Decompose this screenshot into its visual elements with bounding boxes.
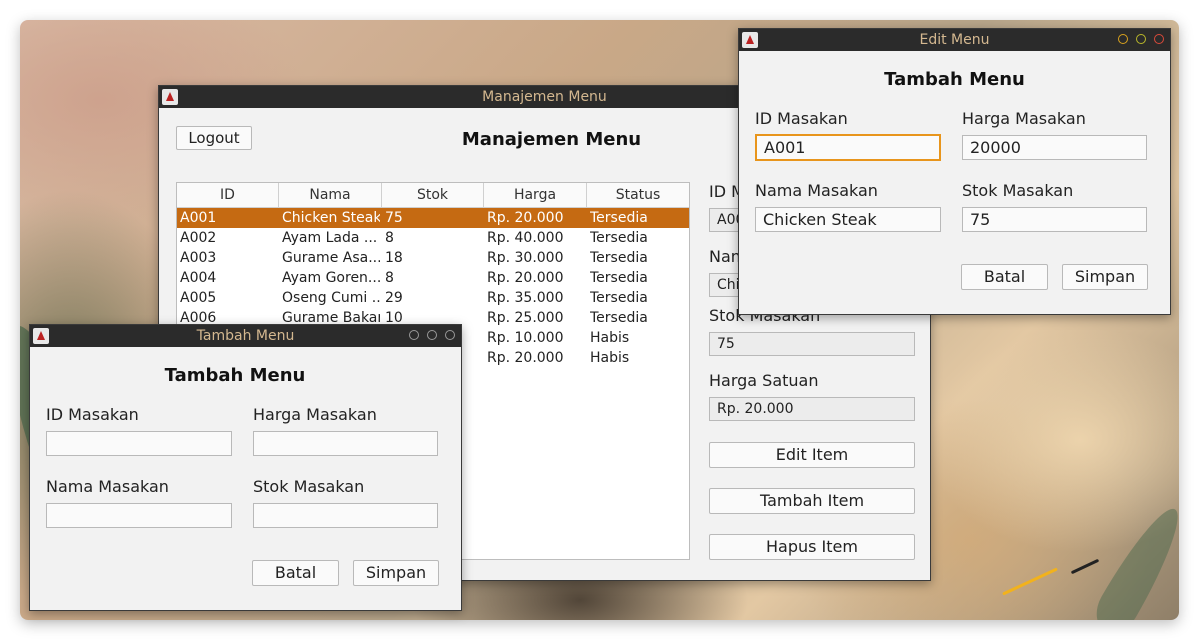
- minimize-icon[interactable]: [1118, 34, 1128, 44]
- table-cell: Rp. 20.000: [487, 270, 564, 286]
- column-header-id[interactable]: ID: [177, 183, 279, 207]
- table-cell: Rp. 30.000: [487, 250, 564, 266]
- table-cell: Rp. 35.000: [487, 290, 564, 306]
- table-cell: Oseng Cumi ...: [282, 290, 380, 306]
- table-cell: Tersedia: [590, 210, 648, 226]
- table-row[interactable]: A001 Chicken Steak 75 Rp. 20.000 Tersedia: [177, 208, 689, 228]
- table-cell: 8: [385, 270, 394, 286]
- add-stock-label: Stok Masakan: [253, 477, 365, 496]
- detail-price-field: Rp. 20.000: [709, 397, 915, 421]
- maximize-icon[interactable]: [1136, 34, 1146, 44]
- table-cell: Rp. 25.000: [487, 310, 564, 326]
- window-controls: [409, 330, 455, 340]
- table-cell: Rp. 20.000: [487, 350, 564, 366]
- table-cell: Ayam Lada ...: [282, 230, 378, 246]
- edit-stock-field[interactable]: 75: [962, 207, 1147, 232]
- window-controls: [1118, 34, 1164, 44]
- table-cell: Tersedia: [590, 230, 648, 246]
- column-header-stock[interactable]: Stok: [382, 183, 484, 207]
- logout-button[interactable]: Logout: [176, 126, 252, 150]
- detail-stock-field: 75: [709, 332, 915, 356]
- table-cell: Rp. 40.000: [487, 230, 564, 246]
- table-cell: 29: [385, 290, 403, 306]
- table-cell: 18: [385, 250, 403, 266]
- table-row[interactable]: A005 Oseng Cumi ... 29 Rp. 35.000 Tersedia: [177, 288, 689, 308]
- edit-price-field[interactable]: 20000: [962, 135, 1147, 160]
- close-icon[interactable]: [445, 330, 455, 340]
- table-cell: A003: [180, 250, 217, 266]
- table-cell: Gurame Asa...: [282, 250, 380, 266]
- edit-window-titlebar[interactable]: Edit Menu: [739, 29, 1170, 51]
- wallpaper-streak: [1070, 558, 1100, 575]
- java-app-icon: [33, 328, 49, 344]
- edit-name-field[interactable]: Chicken Steak: [755, 207, 941, 232]
- add-id-label: ID Masakan: [46, 405, 139, 424]
- table-row[interactable]: A002 Ayam Lada ... 8 Rp. 40.000 Tersedia: [177, 228, 689, 248]
- java-app-icon: [162, 89, 178, 105]
- edit-menu-window: Edit Menu Tambah Menu ID Masakan A001 Ha…: [738, 28, 1171, 315]
- maximize-icon[interactable]: [427, 330, 437, 340]
- delete-item-button[interactable]: Hapus Item: [709, 534, 915, 560]
- minimize-icon[interactable]: [409, 330, 419, 340]
- table-cell: Chicken Steak: [282, 210, 380, 226]
- edit-id-field[interactable]: A001: [755, 134, 941, 161]
- detail-id-field: A00: [709, 208, 739, 232]
- table-cell: Ayam Goren...: [282, 270, 380, 286]
- edit-id-label: ID Masakan: [755, 109, 848, 128]
- edit-item-button[interactable]: Edit Item: [709, 442, 915, 468]
- detail-price-label: Harga Satuan: [709, 371, 819, 390]
- table-cell: Tersedia: [590, 310, 648, 326]
- add-name-label: Nama Masakan: [46, 477, 169, 496]
- add-item-button[interactable]: Tambah Item: [709, 488, 915, 514]
- wallpaper-streak: [1002, 567, 1058, 596]
- detail-name-field: Chi: [709, 273, 739, 297]
- close-icon[interactable]: [1154, 34, 1164, 44]
- table-cell: 75: [385, 210, 403, 226]
- edit-name-label: Nama Masakan: [755, 181, 878, 200]
- table-cell: A004: [180, 270, 217, 286]
- add-menu-window: Tambah Menu Tambah Menu ID Masakan Harga…: [29, 324, 462, 611]
- add-price-field[interactable]: [253, 431, 438, 456]
- table-cell: Rp. 20.000: [487, 210, 564, 226]
- add-cancel-button[interactable]: Batal: [252, 560, 339, 586]
- add-window-title: Tambah Menu: [196, 328, 295, 344]
- table-cell: 8: [385, 230, 394, 246]
- table-cell: A001: [180, 210, 217, 226]
- add-id-field[interactable]: [46, 431, 232, 456]
- add-stock-field[interactable]: [253, 503, 438, 528]
- wallpaper-leaf: [1087, 499, 1179, 620]
- table-row[interactable]: A003 Gurame Asa... 18 Rp. 30.000 Tersedia: [177, 248, 689, 268]
- table-header: ID Nama Masakan Stok Harga Status: [177, 183, 689, 227]
- main-window-title: Manajemen Menu: [482, 89, 607, 105]
- table-cell: Tersedia: [590, 290, 648, 306]
- table-row[interactable]: A004 Ayam Goren... 8 Rp. 20.000 Tersedia: [177, 268, 689, 288]
- table-cell: Habis: [590, 350, 630, 366]
- add-price-label: Harga Masakan: [253, 405, 377, 424]
- add-save-button[interactable]: Simpan: [353, 560, 439, 586]
- edit-cancel-button[interactable]: Batal: [961, 264, 1048, 290]
- column-header-price[interactable]: Harga: [484, 183, 587, 207]
- edit-price-label: Harga Masakan: [962, 109, 1086, 128]
- column-header-status[interactable]: Status: [587, 183, 689, 207]
- edit-window-heading: Tambah Menu: [884, 69, 1025, 90]
- table-cell: Habis: [590, 330, 630, 346]
- table-cell: Tersedia: [590, 250, 648, 266]
- table-cell: A005: [180, 290, 217, 306]
- main-heading: Manajemen Menu: [461, 129, 642, 150]
- table-cell: A002: [180, 230, 217, 246]
- edit-stock-label: Stok Masakan: [962, 181, 1074, 200]
- add-window-heading: Tambah Menu: [164, 365, 306, 386]
- edit-window-title: Edit Menu: [919, 32, 990, 48]
- add-window-titlebar[interactable]: Tambah Menu: [30, 325, 461, 347]
- edit-save-button[interactable]: Simpan: [1062, 264, 1148, 290]
- add-name-field[interactable]: [46, 503, 232, 528]
- table-cell: Tersedia: [590, 270, 648, 286]
- java-app-icon: [742, 32, 758, 48]
- table-cell: Rp. 10.000: [487, 330, 564, 346]
- column-header-name[interactable]: Nama Masakan: [279, 183, 382, 227]
